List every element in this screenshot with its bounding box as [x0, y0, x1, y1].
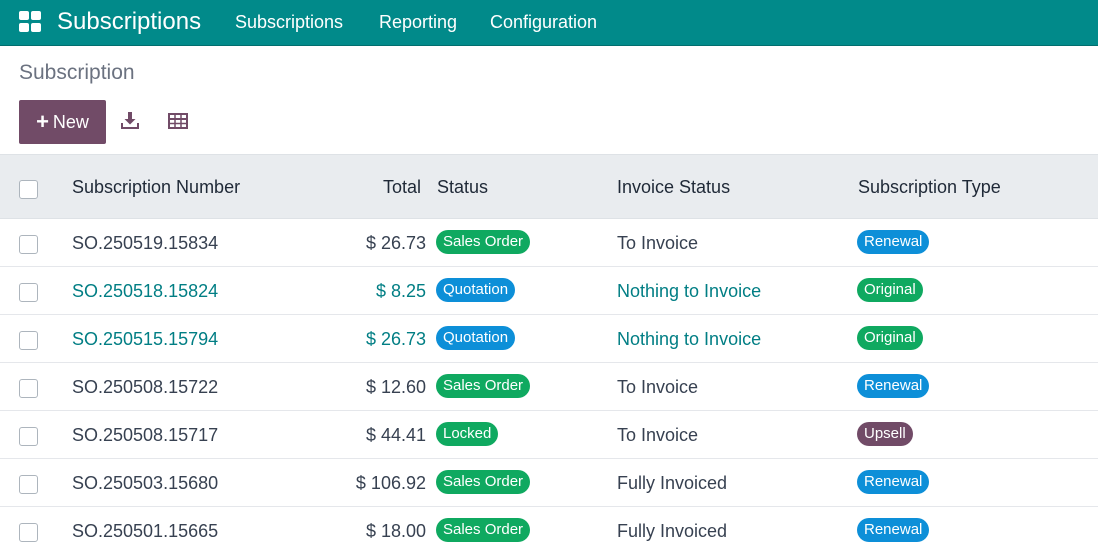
spreadsheet-icon[interactable]: [167, 110, 189, 132]
column-status[interactable]: Status: [437, 177, 488, 197]
total-amount: $ 26.73: [365, 329, 426, 349]
subscription-number: SO.250515.15794: [72, 329, 219, 349]
total-amount: $ 106.92: [355, 473, 426, 493]
total-amount: $ 26.73: [365, 233, 426, 253]
invoice-status: To Invoice: [617, 233, 699, 253]
app-title[interactable]: Subscriptions: [57, 8, 201, 36]
subscription-number: SO.250518.15824: [72, 281, 219, 301]
subscription-type-badge: Original: [857, 278, 923, 302]
total-amount: $ 44.41: [365, 425, 426, 445]
subscription-number: SO.250508.15722: [72, 377, 219, 397]
subscription-type-badge: Upsell: [857, 422, 913, 446]
status-badge: Quotation: [436, 278, 516, 302]
row-checkbox[interactable]: [19, 235, 38, 254]
status-badge: Locked: [436, 422, 499, 446]
subscription-type-badge: Renewal: [857, 230, 930, 254]
table-row[interactable]: SO.250508.15722 $ 12.60 Sales Order To Invo…: [0, 363, 1098, 411]
menu-reporting[interactable]: Reporting: [379, 12, 457, 32]
table-row[interactable]: SO.250518.15824 $ 8.25 Quotation Nothing to…: [0, 267, 1098, 315]
subscription-number: SO.250501.15665: [72, 521, 219, 541]
invoice-status: Fully Invoiced: [617, 521, 728, 541]
status-badge: Sales Order: [436, 518, 531, 542]
subscription-number: SO.250503.15680: [72, 473, 219, 493]
column-subscription-number[interactable]: Subscription Number: [72, 177, 240, 197]
total-amount: $ 12.60: [365, 377, 426, 397]
row-checkbox[interactable]: [19, 475, 38, 494]
subscription-type-badge: Renewal: [857, 470, 930, 494]
invoice-status: Fully Invoiced: [617, 473, 728, 493]
subscription-type-badge: Original: [857, 326, 923, 350]
table-row[interactable]: SO.250519.15834 $ 26.73 Sales Order To Invo…: [0, 219, 1098, 267]
table-row[interactable]: SO.250501.15665 $ 18.00 Sales Order Fully I…: [0, 507, 1098, 554]
table-row[interactable]: SO.250515.15794 $ 26.73 Quotation Nothing t…: [0, 315, 1098, 363]
plus-icon: +: [36, 109, 49, 134]
menu-configuration[interactable]: Configuration: [490, 12, 597, 32]
row-checkbox[interactable]: [19, 523, 38, 542]
total-amount: $ 18.00: [365, 521, 426, 541]
status-badge: Sales Order: [436, 374, 531, 398]
row-checkbox[interactable]: [19, 331, 38, 350]
status-badge: Sales Order: [436, 230, 531, 254]
column-total[interactable]: Total: [383, 177, 421, 197]
subscription-number: SO.250519.15834: [72, 233, 219, 253]
apps-grid-icon[interactable]: [19, 11, 42, 33]
column-invoice-status[interactable]: Invoice Status: [617, 177, 730, 197]
subscription-type-badge: Renewal: [857, 518, 930, 542]
invoice-status: To Invoice: [617, 425, 699, 445]
download-icon[interactable]: [119, 110, 141, 132]
status-badge: Quotation: [436, 326, 516, 350]
table-row[interactable]: SO.250508.15717 $ 44.41 Locked To Invoice Up…: [0, 411, 1098, 459]
row-checkbox[interactable]: [19, 283, 38, 302]
table-header: Subscription Number Total Status Invoice…: [0, 154, 1098, 219]
invoice-status: Nothing to Invoice: [617, 281, 762, 301]
row-checkbox[interactable]: [19, 379, 38, 398]
subscription-type-badge: Renewal: [857, 374, 930, 398]
invoice-status: Nothing to Invoice: [617, 329, 762, 349]
menu-subscriptions[interactable]: Subscriptions: [235, 12, 343, 32]
invoice-status: To Invoice: [617, 377, 699, 397]
breadcrumb: Subscription: [19, 61, 135, 84]
table-row[interactable]: SO.250503.15680 $ 106.92 Sales Order Fully …: [0, 459, 1098, 507]
new-button[interactable]: + New: [19, 100, 106, 144]
column-subscription-type[interactable]: Subscription Type: [858, 177, 1001, 197]
top-navbar: Subscriptions Subscriptions Reporting Co…: [0, 0, 1098, 46]
new-button-label: New: [52, 111, 89, 132]
row-checkbox[interactable]: [19, 427, 38, 446]
subscription-number: SO.250508.15717: [72, 425, 219, 445]
total-amount: $ 8.25: [375, 281, 426, 301]
status-badge: Sales Order: [436, 470, 531, 494]
select-all-checkbox[interactable]: [19, 180, 38, 199]
